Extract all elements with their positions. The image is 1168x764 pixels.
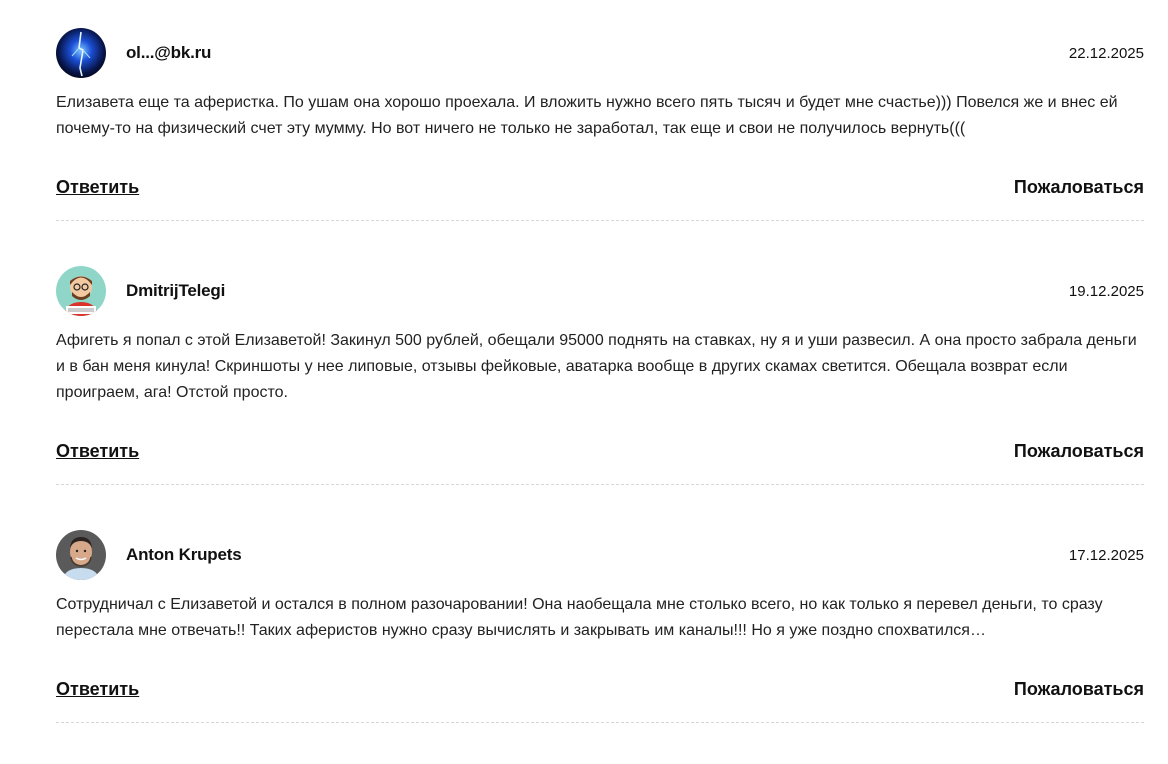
man-photo-avatar-icon[interactable] xyxy=(56,530,106,580)
comment-header: DmitrijTelegi 19.12.2025 xyxy=(56,266,1144,316)
comment-actions: Ответить Пожаловаться xyxy=(56,679,1144,703)
report-link[interactable]: Пожаловаться xyxy=(1014,441,1144,462)
cartoon-man-avatar-icon[interactable] xyxy=(56,266,106,316)
reply-link[interactable]: Ответить xyxy=(56,441,139,462)
reply-link[interactable]: Ответить xyxy=(56,177,139,198)
comment-header: ol...@bk.ru 22.12.2025 xyxy=(56,28,1144,78)
report-link[interactable]: Пожаловаться xyxy=(1014,679,1144,700)
comment-item: ol...@bk.ru 22.12.2025 Елизавета еще та … xyxy=(56,28,1144,221)
author-name: Anton Krupets xyxy=(126,545,242,564)
comment-text: Афигеть я попал с этой Елизаветой! Закин… xyxy=(56,332,1137,401)
comment-text: Сотрудничал с Елизаветой и остался в пол… xyxy=(56,596,1103,639)
comment-header: Anton Krupets 17.12.2025 xyxy=(56,530,1144,580)
comment-divider xyxy=(56,484,1144,485)
comment-actions: Ответить Пожаловаться xyxy=(56,441,1144,465)
comment-text: Елизавета еще та аферистка. По ушам она … xyxy=(56,94,1118,137)
comment-actions: Ответить Пожаловаться xyxy=(56,177,1144,201)
comment-date: 19.12.2025 xyxy=(1068,283,1144,300)
comment-divider xyxy=(56,722,1144,723)
comment-divider xyxy=(56,220,1144,221)
blue-storm-avatar-icon[interactable] xyxy=(56,28,106,78)
reply-link[interactable]: Ответить xyxy=(56,679,139,700)
comment-item: DmitrijTelegi 19.12.2025 Афигеть я попал… xyxy=(56,266,1144,485)
report-link[interactable]: Пожаловаться xyxy=(1014,177,1144,198)
author-name: DmitrijTelegi xyxy=(126,281,226,300)
comment-item: Anton Krupets 17.12.2025 Сотрудничал с Е… xyxy=(56,530,1144,723)
comment-date: 17.12.2025 xyxy=(1068,547,1144,564)
comment-date: 22.12.2025 xyxy=(1068,45,1144,62)
author-name: ol...@bk.ru xyxy=(126,43,212,62)
